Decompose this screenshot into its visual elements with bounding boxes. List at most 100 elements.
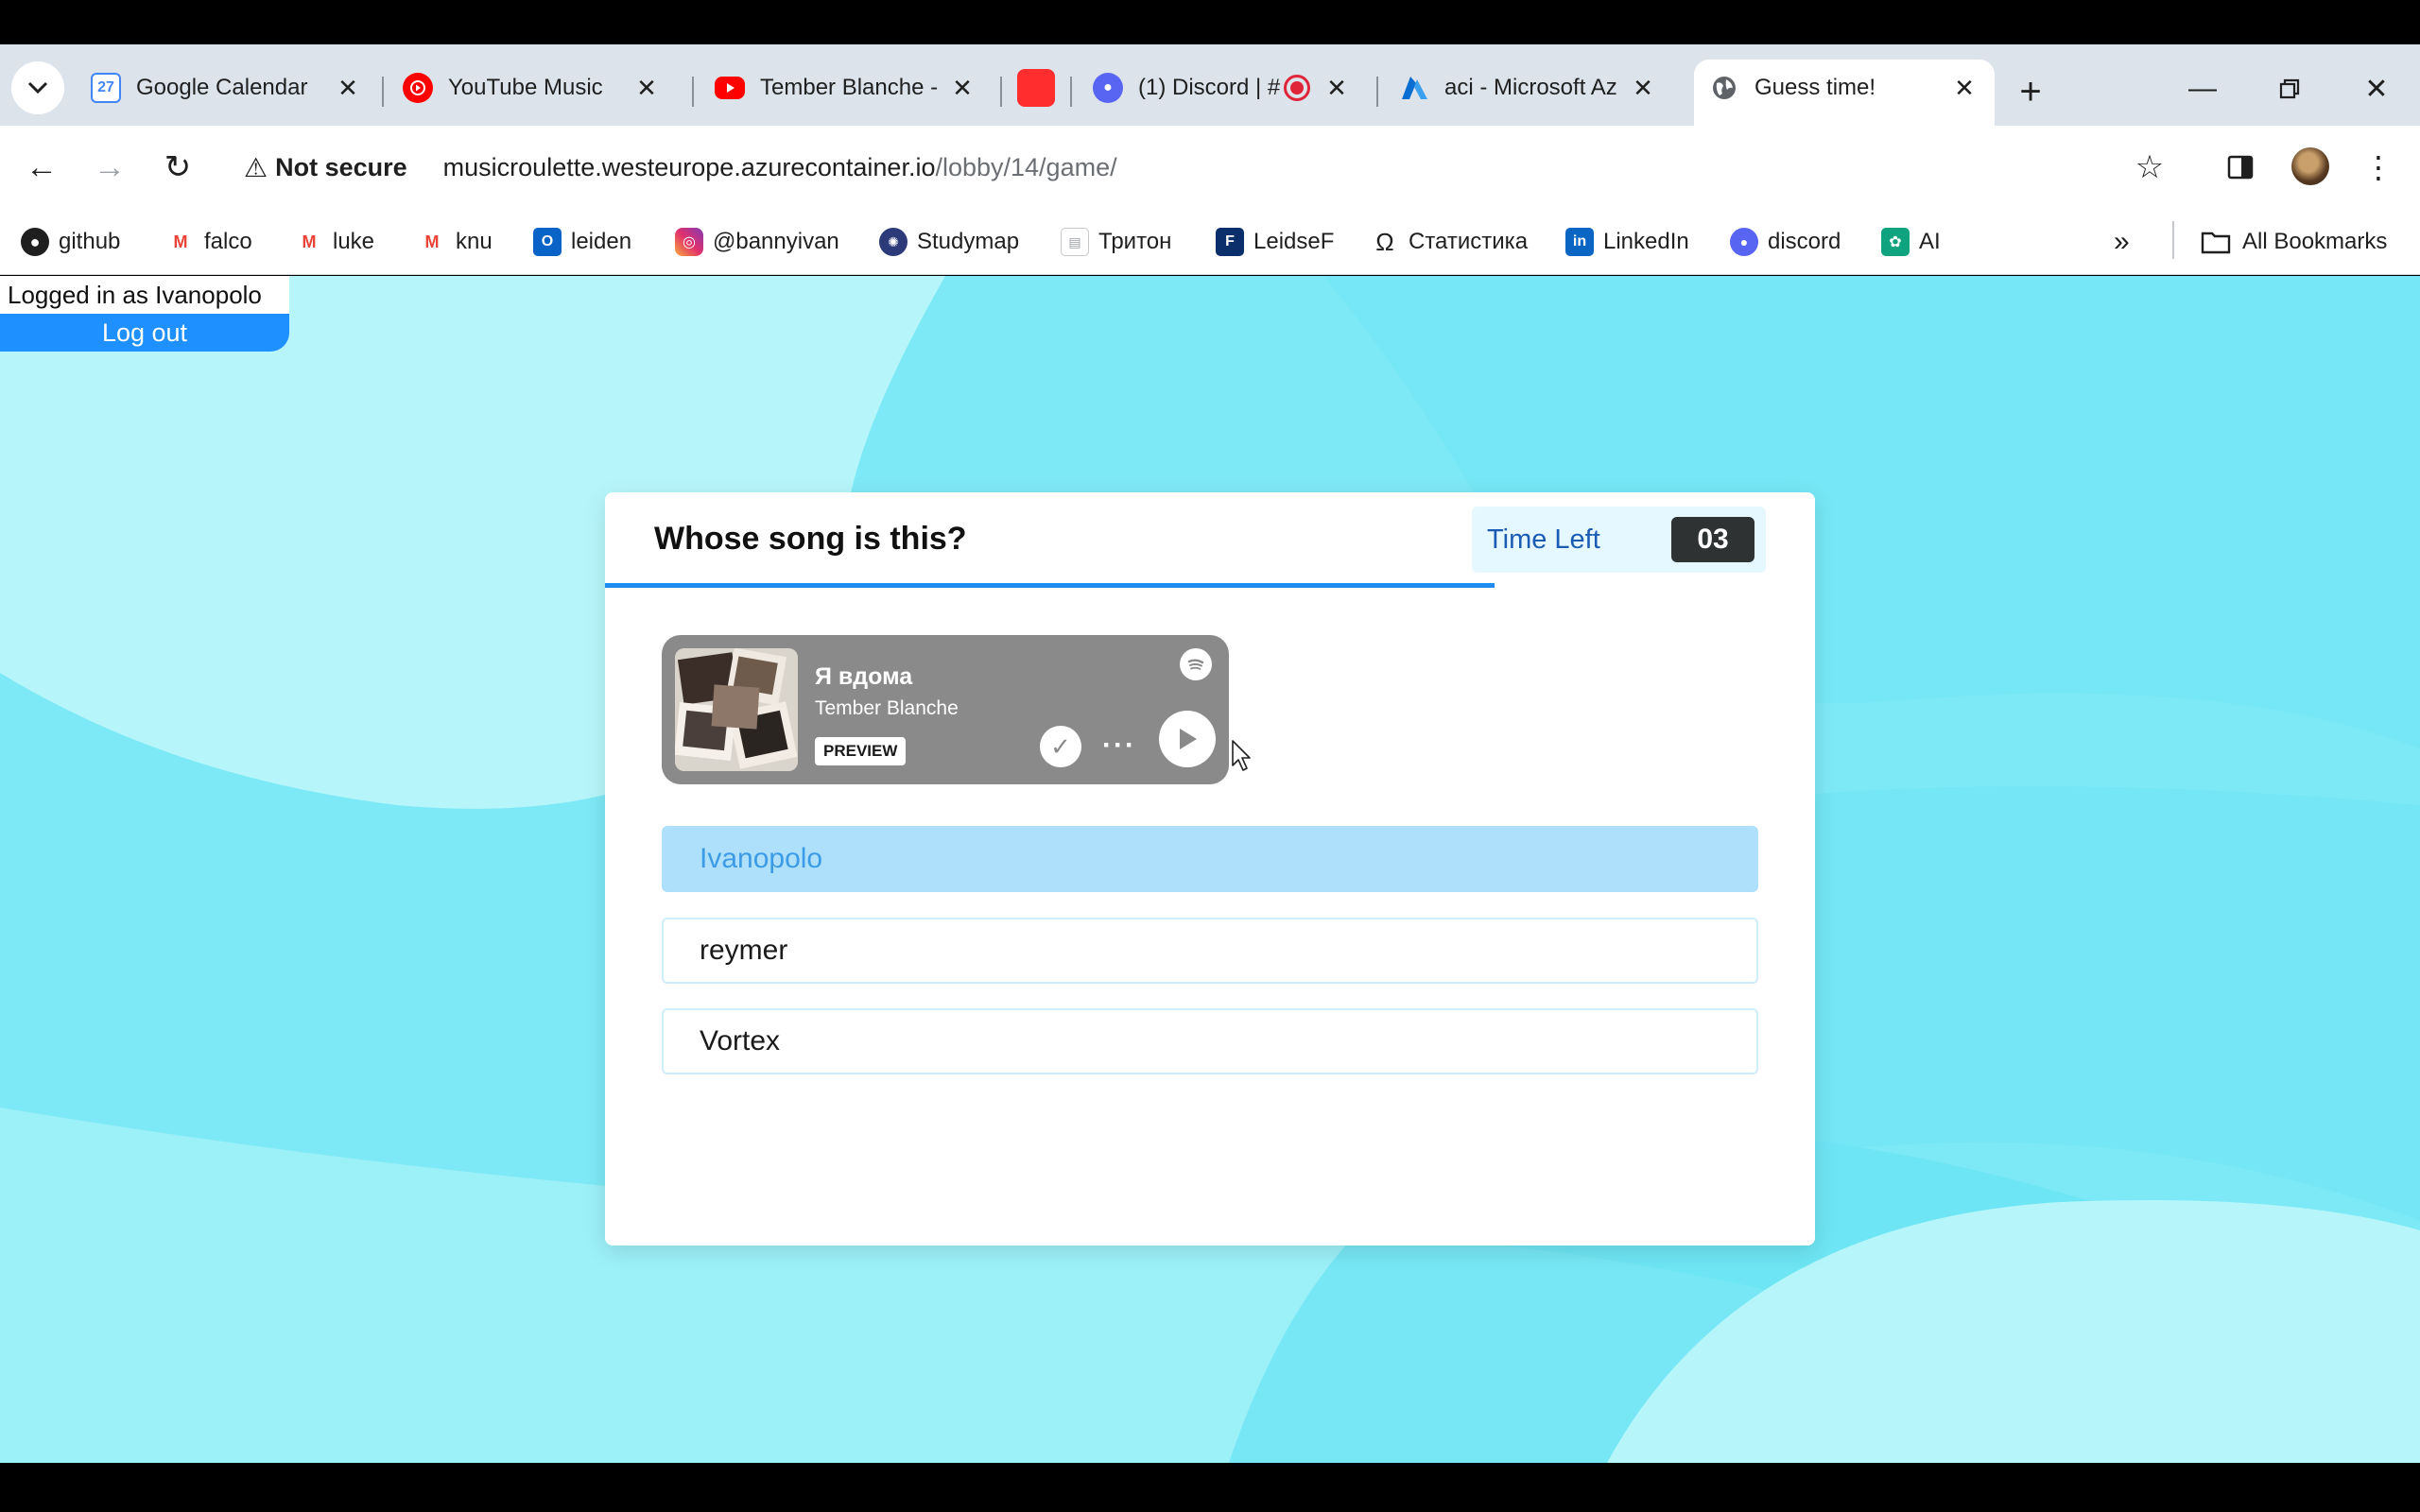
linkedin-icon: in (1565, 228, 1594, 256)
track-artist[interactable]: Tember Blanche (815, 697, 959, 720)
tab-pinned-red[interactable] (1006, 63, 1066, 112)
bookmark-ai[interactable]: ✿ AI (1881, 222, 1941, 262)
logged-in-label: Logged in as Ivanopolo (0, 276, 289, 314)
time-left-label: Time Left (1487, 524, 1600, 555)
more-vertical-icon: ⋮ (2363, 150, 2394, 184)
more-options-button[interactable]: ··· (1098, 730, 1140, 761)
red-app-icon (1017, 69, 1055, 107)
tab-title: Guess time! (1754, 75, 1876, 100)
screen: 27 Google Calendar ✕ YouTube Music ✕ Tem… (0, 0, 2420, 1512)
close-tab-icon[interactable]: ✕ (1949, 73, 1979, 103)
omega-icon: Ω (1375, 227, 1394, 256)
azure-icon (1399, 73, 1429, 103)
bookmark-studymap[interactable]: ✺ Studymap (879, 222, 1019, 262)
tab-separator (1070, 77, 1072, 107)
bookmark-leiden[interactable]: O leiden (533, 222, 631, 262)
discord-icon: ● (1093, 73, 1123, 103)
tab-title: YouTube Music (448, 75, 603, 100)
tab-separator (1000, 77, 1002, 107)
tab-separator (692, 77, 694, 107)
bookmark-statistika[interactable]: Ω Статистика (1371, 222, 1528, 262)
tab-title: aci - Microsoft Az (1444, 75, 1617, 100)
mouse-cursor-icon (1232, 740, 1251, 771)
answer-option-ivanopolo[interactable]: Ivanopolo (662, 826, 1758, 892)
answer-option-reymer[interactable]: reymer (662, 918, 1758, 984)
side-panel-button[interactable] (2216, 143, 2265, 192)
instagram-icon: ◎ (675, 228, 703, 256)
leidsef-icon: F (1216, 228, 1244, 256)
youtube-music-icon (403, 73, 433, 103)
bookmark-triton[interactable]: ▤ Тритон (1061, 222, 1171, 262)
bookmark-discord[interactable]: ● discord (1730, 222, 1841, 262)
bookmark-leidsef[interactable]: F LeidseF (1216, 222, 1334, 262)
time-progress-fill (605, 583, 1495, 588)
save-to-library-button[interactable]: ✓ (1040, 726, 1081, 767)
reload-icon: ↻ (164, 149, 192, 185)
logout-button[interactable]: Log out (0, 314, 289, 352)
tab-search-button[interactable] (11, 61, 64, 114)
web-page: Logged in as Ivanopolo Log out Whose son… (0, 276, 2420, 1463)
session-box: Logged in as Ivanopolo Log out (0, 276, 289, 352)
forward-button[interactable]: → (85, 143, 134, 192)
timer: Time Left 03 (1472, 507, 1766, 573)
all-bookmarks-button[interactable]: All Bookmarks (2201, 222, 2387, 262)
new-tab-button[interactable]: + (2006, 67, 2055, 116)
arrow-left-icon: ← (26, 148, 58, 185)
close-tab-icon[interactable]: ✕ (1628, 73, 1658, 103)
close-tab-icon[interactable]: ✕ (631, 73, 662, 103)
answer-option-vortex[interactable]: Vortex (662, 1008, 1758, 1074)
chevron-down-icon (27, 81, 48, 94)
game-card: Whose song is this? Time Left 03 Я вдома… (605, 492, 1815, 1246)
tab-youtube-music[interactable]: YouTube Music ✕ (388, 63, 677, 112)
bookmark-bannyivan[interactable]: ◎ @bannyivan (675, 222, 839, 262)
document-icon: ▤ (1061, 228, 1089, 256)
bookmark-linkedin[interactable]: in LinkedIn (1565, 222, 1689, 262)
arrow-right-icon: → (94, 148, 126, 185)
bookmarks-overflow-button[interactable]: » (2114, 222, 2130, 262)
bookmarks-bar: ● github M falco M luke M knu O leiden ◎… (0, 209, 2420, 275)
minimize-button[interactable]: — (2174, 65, 2231, 112)
university-seal-icon: ✺ (879, 228, 908, 256)
minimize-icon: — (2188, 73, 2217, 104)
tab-guess-time[interactable]: Guess time! ✕ (1694, 60, 1995, 126)
bookmark-falco[interactable]: M falco (166, 222, 252, 262)
browser-menu-button[interactable]: ⋮ (2354, 143, 2403, 192)
bookmark-star-button[interactable]: ☆ (2125, 143, 2174, 192)
close-tab-icon[interactable]: ✕ (947, 73, 977, 103)
url-text: musicroulette.westeurope.azurecontainer.… (442, 152, 1117, 181)
time-progress-bar (605, 583, 1815, 588)
time-left-counter: 03 (1671, 517, 1754, 562)
close-window-button[interactable]: ✕ (2348, 65, 2405, 112)
close-tab-icon[interactable]: ✕ (1322, 73, 1352, 103)
gmail-icon: M (173, 232, 188, 251)
play-button[interactable] (1159, 711, 1216, 767)
close-tab-icon[interactable]: ✕ (333, 73, 363, 103)
bookmark-github[interactable]: ● github (21, 222, 120, 262)
check-icon: ✓ (1050, 731, 1071, 761)
tab-discord[interactable]: ● (1) Discord | # ✕ (1078, 63, 1367, 112)
bookmark-knu[interactable]: M knu (418, 222, 493, 262)
openai-icon: ✿ (1881, 228, 1910, 256)
profile-avatar[interactable] (2291, 147, 2329, 185)
security-indicator[interactable]: ⚠ Not secure (244, 152, 407, 183)
tab-google-calendar[interactable]: 27 Google Calendar ✕ (76, 63, 378, 112)
github-icon: ● (21, 228, 49, 256)
restore-button[interactable] (2261, 65, 2318, 112)
tab-title: Tember Blanche - (760, 75, 939, 100)
bookmark-luke[interactable]: M luke (295, 222, 375, 262)
tab-strip: 27 Google Calendar ✕ YouTube Music ✕ Tem… (0, 44, 2420, 126)
gmail-icon: M (302, 232, 317, 251)
bookmarks-separator (2172, 221, 2174, 259)
play-icon (1180, 729, 1197, 749)
track-title: Я вдома (815, 663, 913, 690)
google-calendar-icon: 27 (91, 73, 121, 103)
address-bar[interactable]: ⚠ Not secure musicroulette.westeurope.az… (227, 139, 2155, 196)
recording-icon (1284, 75, 1310, 101)
tab-azure[interactable]: aci - Microsoft Az ✕ (1384, 63, 1673, 112)
tab-tember-blanche[interactable]: Tember Blanche - ✕ (700, 63, 993, 112)
star-icon: ☆ (2135, 149, 2165, 185)
back-button[interactable]: ← (17, 143, 66, 192)
question-title: Whose song is this? (654, 521, 967, 557)
reload-button[interactable]: ↻ (153, 143, 202, 192)
spotify-logo-icon[interactable] (1180, 648, 1212, 680)
